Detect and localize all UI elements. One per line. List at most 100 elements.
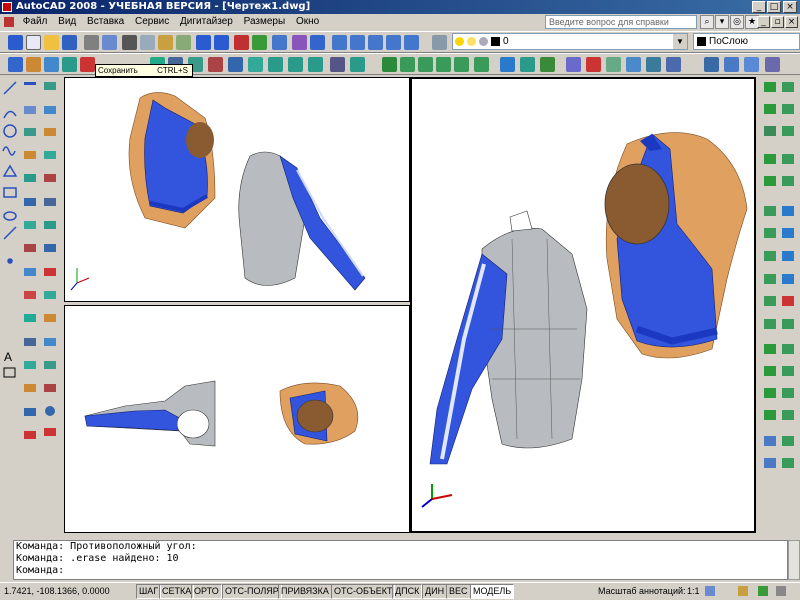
lwt-toggle[interactable]: ВЕС xyxy=(446,584,471,599)
maximize-button[interactable]: □ xyxy=(767,1,781,13)
ucs-previous-icon[interactable] xyxy=(418,57,433,72)
help-dropdown-icon[interactable]: ▾ xyxy=(715,15,729,29)
section-icon[interactable] xyxy=(350,57,365,72)
tool-palettes-icon[interactable] xyxy=(744,57,759,72)
subtract-icon[interactable] xyxy=(288,57,303,72)
otrack-toggle[interactable]: ОТС-ОБЪЕКТ xyxy=(331,584,396,599)
viewport-top-left[interactable] xyxy=(64,77,410,302)
doc-restore-button[interactable]: ▫ xyxy=(771,16,784,28)
slice-icon[interactable] xyxy=(330,57,345,72)
print-icon[interactable] xyxy=(84,35,99,50)
preview-icon[interactable] xyxy=(102,35,117,50)
union-icon[interactable] xyxy=(268,57,283,72)
design-center-icon[interactable] xyxy=(724,57,739,72)
zoom-out-icon[interactable] xyxy=(350,35,365,50)
intersect-icon[interactable] xyxy=(308,57,323,72)
menu-digitizer[interactable]: Дигитайзер xyxy=(176,14,237,30)
doc-minimize-button[interactable]: _ xyxy=(757,16,770,28)
rotate-3d-icon[interactable] xyxy=(248,57,263,72)
grid-toggle[interactable]: СЕТКА xyxy=(159,584,195,599)
annotation-scale-value[interactable]: 1:1 xyxy=(687,583,700,599)
walk-icon[interactable] xyxy=(666,57,681,72)
dim-space-icon xyxy=(44,338,56,346)
box-icon[interactable] xyxy=(26,57,41,72)
polysolid-icon[interactable] xyxy=(8,57,23,72)
osnap-toggle[interactable]: ПРИВЯЗКА xyxy=(278,584,332,599)
align-icon[interactable] xyxy=(500,57,515,72)
color-dropdown[interactable]: ПоСлою xyxy=(693,33,800,50)
revolve-icon[interactable] xyxy=(208,57,223,72)
menu-file[interactable]: Файл xyxy=(19,14,52,30)
paste-icon[interactable] xyxy=(158,35,173,50)
communication-center-icon[interactable]: ◎ xyxy=(730,15,744,29)
zoom-extents-icon[interactable] xyxy=(386,35,401,50)
ducs-toggle[interactable]: ДПСК xyxy=(392,584,423,599)
minimize-button[interactable]: _ xyxy=(752,1,766,13)
annotation-visibility-icon[interactable] xyxy=(705,586,715,596)
ucs-icon[interactable] xyxy=(382,57,397,72)
materials-icon[interactable] xyxy=(626,57,641,72)
right-toolbars xyxy=(758,76,800,538)
ucs-face-icon[interactable] xyxy=(436,57,451,72)
mirror-3d-icon[interactable] xyxy=(540,57,555,72)
save-icon[interactable] xyxy=(62,35,77,50)
sphere-icon[interactable] xyxy=(80,57,95,72)
menu-tools[interactable]: Сервис xyxy=(131,14,173,30)
command-prompt[interactable]: Команда: xyxy=(16,565,787,577)
help-search-input[interactable]: Введите вопрос для справки xyxy=(545,15,697,29)
erase-icon[interactable] xyxy=(234,35,249,50)
command-scrollbar[interactable] xyxy=(788,540,800,580)
polar-toggle[interactable]: ОТС-ПОЛЯР xyxy=(222,584,282,599)
undo-icon[interactable] xyxy=(196,35,211,50)
wedge-icon[interactable] xyxy=(44,57,59,72)
redo-icon[interactable] xyxy=(214,35,229,50)
qnew-icon[interactable] xyxy=(8,35,23,50)
camera-icon[interactable] xyxy=(646,57,661,72)
zoom-in-icon[interactable] xyxy=(332,35,347,50)
viewport-right[interactable] xyxy=(410,77,756,533)
3d-array-icon[interactable] xyxy=(520,57,535,72)
ucs-view-icon[interactable] xyxy=(474,57,489,72)
doc-close-button[interactable]: × xyxy=(785,16,798,28)
command-line[interactable]: Команда: Противоположный угол: Команда: … xyxy=(13,540,788,580)
tray-settings-icon[interactable] xyxy=(758,586,768,596)
properties-icon[interactable] xyxy=(704,57,719,72)
ortho-toggle[interactable]: ОРТО xyxy=(191,584,222,599)
render-icon[interactable] xyxy=(586,57,601,72)
close-button[interactable]: × xyxy=(783,1,797,13)
help-search-icon[interactable]: ⌕ xyxy=(700,15,714,29)
snap-toggle[interactable]: ШАГ xyxy=(136,584,162,599)
lock-icon[interactable] xyxy=(738,586,748,596)
chevron-down-icon[interactable]: ▼ xyxy=(673,34,687,49)
copy-icon[interactable] xyxy=(140,35,155,50)
sheetset-icon[interactable] xyxy=(765,57,780,72)
open-icon[interactable] xyxy=(44,35,59,50)
markup-icon[interactable] xyxy=(252,35,267,50)
matchprop-icon[interactable] xyxy=(176,35,191,50)
visual-style-icon[interactable] xyxy=(566,57,581,72)
ucs-world-icon[interactable] xyxy=(400,57,415,72)
zoom-window-icon[interactable] xyxy=(310,35,325,50)
menu-insert[interactable]: Вставка xyxy=(83,14,128,30)
menu-window[interactable]: Окно xyxy=(292,14,323,30)
cone-icon[interactable] xyxy=(62,57,77,72)
model-toggle[interactable]: МОДЕЛЬ xyxy=(470,584,515,599)
viewport-bottom-left[interactable] xyxy=(64,305,410,533)
new-icon[interactable] xyxy=(26,35,41,50)
document-icon[interactable] xyxy=(4,17,14,27)
zoom-realtime-icon[interactable] xyxy=(292,35,307,50)
pan-icon[interactable] xyxy=(272,35,287,50)
layer-manager-icon[interactable] xyxy=(432,35,447,50)
zoom-previous-icon[interactable] xyxy=(404,35,419,50)
move-3d-icon[interactable] xyxy=(228,57,243,72)
lights-icon[interactable] xyxy=(606,57,621,72)
layer-dropdown[interactable]: 0 ▼ xyxy=(452,33,688,50)
cut-icon[interactable] xyxy=(122,35,137,50)
autocad-app-icon[interactable] xyxy=(2,2,12,12)
clean-screen-icon[interactable] xyxy=(776,586,786,596)
dyn-toggle[interactable]: ДИН xyxy=(422,584,448,599)
menu-view[interactable]: Вид xyxy=(54,14,80,30)
menu-dimensions[interactable]: Размеры xyxy=(240,14,290,30)
ucs-object-icon[interactable] xyxy=(454,57,469,72)
zoom-all-icon[interactable] xyxy=(368,35,383,50)
